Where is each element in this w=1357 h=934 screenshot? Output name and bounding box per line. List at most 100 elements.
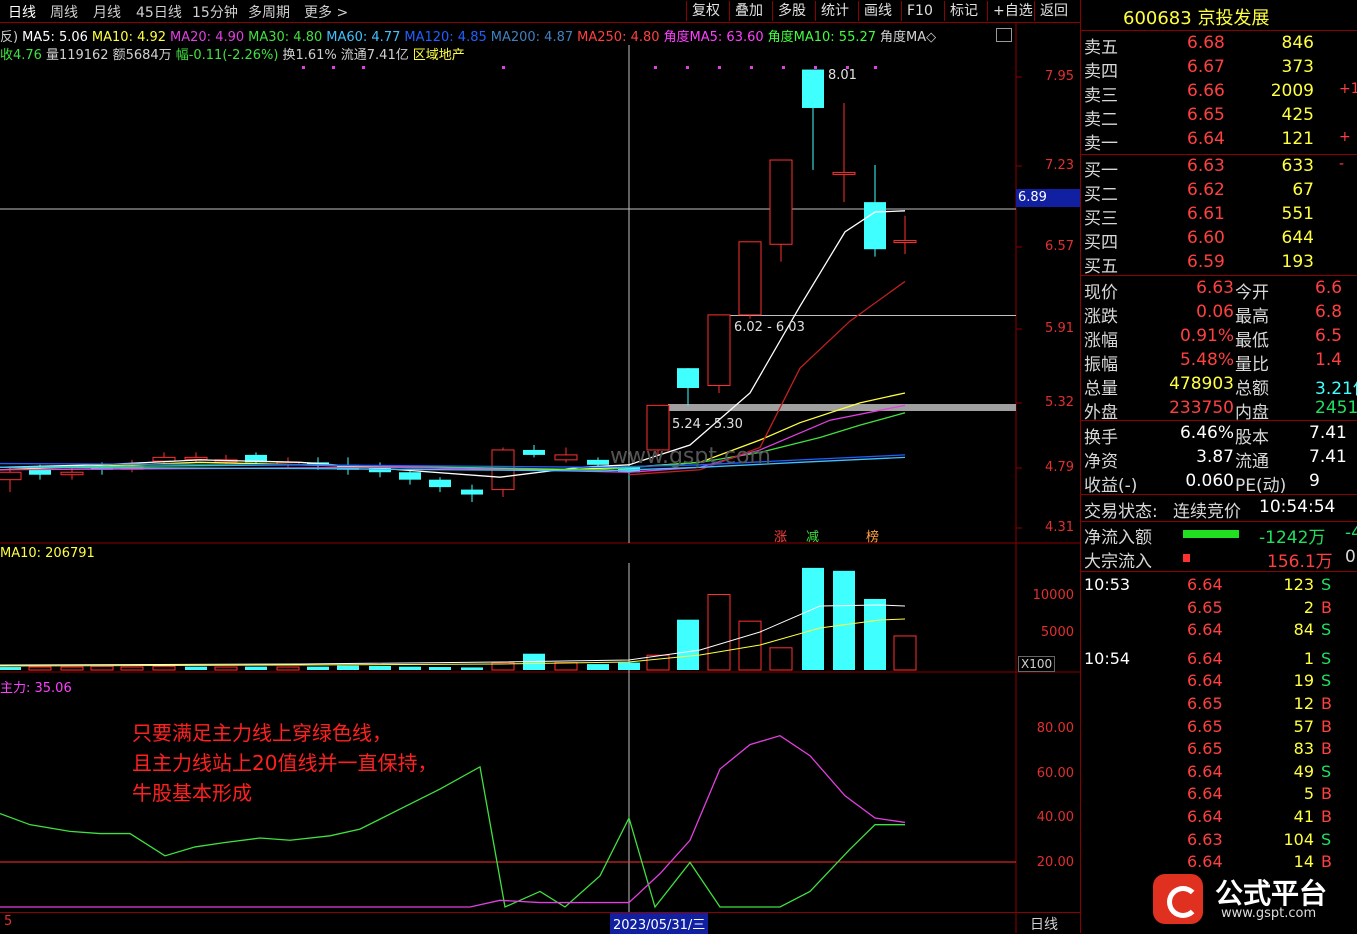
tick-price: 6.64 [1187,575,1223,594]
volume-bar [0,667,21,670]
quote-value: 24515 [1315,398,1357,418]
order-book-row[interactable]: 买二 6.62 67 [1081,180,1357,205]
tick-price: 6.65 [1187,694,1223,713]
order-volume: 551 [1281,204,1314,224]
volume-bar [369,665,391,670]
tick-side: B [1321,739,1332,759]
time-axis: 5 2023/05/31/三 日线 [0,912,1080,934]
price-tick: 7.95 [1045,69,1074,84]
volume-bar [707,594,731,671]
candle-body [60,471,84,476]
volume-bar [554,662,578,671]
tick-time: 10:53 [1084,575,1131,594]
gspt-logo: 公式平台 www.gspt.com [1153,868,1353,928]
tick-row: 6.65 83 B [1081,739,1357,761]
ma5-line [0,210,906,478]
signal-dot [814,66,817,69]
quote-value: 6.8 [1315,302,1343,322]
volume-bar [245,666,267,670]
quote-label: 最低 [1235,331,1269,351]
tick-volume: 83 [1293,739,1314,759]
volume-bar [120,666,144,671]
volume-bar [864,598,886,670]
tick-volume: 57 [1293,716,1314,736]
quote-value: 233750 [1169,398,1234,418]
period-label[interactable]: 日线 [1030,914,1058,934]
quote-value: 478903 [1169,374,1234,394]
signal-dot [332,66,335,69]
signal-dot [502,66,505,69]
candle-body [152,456,176,462]
volume-unit: X100 [1018,656,1056,672]
order-book-row[interactable]: 卖一 6.64 121 + [1081,129,1357,154]
volume-bar [185,666,207,670]
tick-time: 10:54 [1084,648,1131,668]
candle-body [832,171,856,175]
order-level-label: 卖二 [1084,110,1118,130]
order-volume: 644 [1281,228,1314,248]
order-volume: 846 [1281,33,1314,53]
fundamental-value: 7.41 [1309,423,1347,443]
tick-row: 6.64 41 B [1081,807,1357,829]
quote-label: 总额 [1235,379,1269,399]
volume-bar [677,619,699,670]
order-book-row[interactable]: 卖三 6.66 2009 +1 [1081,81,1357,106]
block-inflow-value: 156.1万 [1267,552,1333,572]
order-volume: 373 [1281,57,1314,77]
fundamental-label: 换手 [1084,428,1118,448]
fundamental-label: 股本 [1235,428,1269,448]
order-level-label: 卖五 [1084,38,1118,58]
fundamental-value: 7.41 [1309,447,1347,467]
order-volume: 633 [1281,156,1314,176]
candle-body [554,454,578,461]
quote-row: 外盘 233750 内盘 24515 [1081,398,1357,423]
volume-bar [833,570,855,670]
order-price: 6.60 [1187,228,1225,248]
quote-label: 振幅 [1084,355,1118,375]
quote-row: 涨幅 0.91% 最低 6.5 [1081,326,1357,351]
order-level-label: 买一 [1084,161,1118,181]
stock-title: 600683 京投发展 [1123,4,1269,30]
candle-body [893,240,917,244]
quote-label: 今开 [1235,283,1269,303]
order-book-row[interactable]: 买一 6.63 633 - [1081,156,1357,181]
volume-ma10-line [0,618,906,667]
tick-row: 6.65 12 B [1081,694,1357,716]
tick-side: S [1321,829,1332,849]
inflow-bar [1183,554,1190,562]
fundamental-value: 9 [1309,471,1320,491]
logo-mark-icon [1167,886,1199,918]
quote-row: 现价 6.63 今开 6.6 [1081,278,1357,303]
order-book-row[interactable]: 卖四 6.67 373 [1081,57,1357,82]
order-volume: 67 [1292,180,1314,200]
tick-row: 6.64 19 S [1081,671,1357,693]
order-book-row[interactable]: 买三 6.61 551 [1081,204,1357,229]
tick-volume: 1 [1303,648,1314,668]
quote-value: 6.6 [1315,278,1343,298]
tick-volume: 84 [1293,620,1314,640]
tick-price: 6.64 [1187,648,1223,668]
signal-dot [782,66,785,69]
tick-volume: 19 [1293,671,1314,691]
order-change: + [1339,129,1351,145]
fundamental-value: 0.060 [1185,471,1234,491]
block-inflow-row: 大宗流入 156.1万 0 [1081,547,1357,572]
order-book-row[interactable]: 买五 6.59 193 [1081,252,1357,277]
tick-row: 10:54 6.64 1 S [1081,649,1357,671]
order-level-label: 买二 [1084,185,1118,205]
price-tick: 5.91 [1045,321,1074,336]
tick-price: 6.65 [1187,597,1223,617]
tick-volume: 123 [1283,575,1314,594]
order-book-row[interactable]: 卖二 6.65 425 [1081,105,1357,130]
badge-reduce[interactable]: 减 [806,526,819,545]
badge-rise[interactable]: 涨 [774,526,787,545]
order-book-row[interactable]: 卖五 6.68 846 [1081,33,1357,58]
quote-label: 最高 [1235,307,1269,327]
order-price: 6.62 [1187,180,1225,200]
candle-body [738,241,762,316]
order-book-row[interactable]: 买四 6.60 644 [1081,228,1357,253]
badge-list[interactable]: 榜 [866,526,879,545]
fundamental-label: 流通 [1235,452,1269,472]
price-tick: 5.32 [1045,395,1074,410]
tick-volume: 12 [1293,694,1314,713]
